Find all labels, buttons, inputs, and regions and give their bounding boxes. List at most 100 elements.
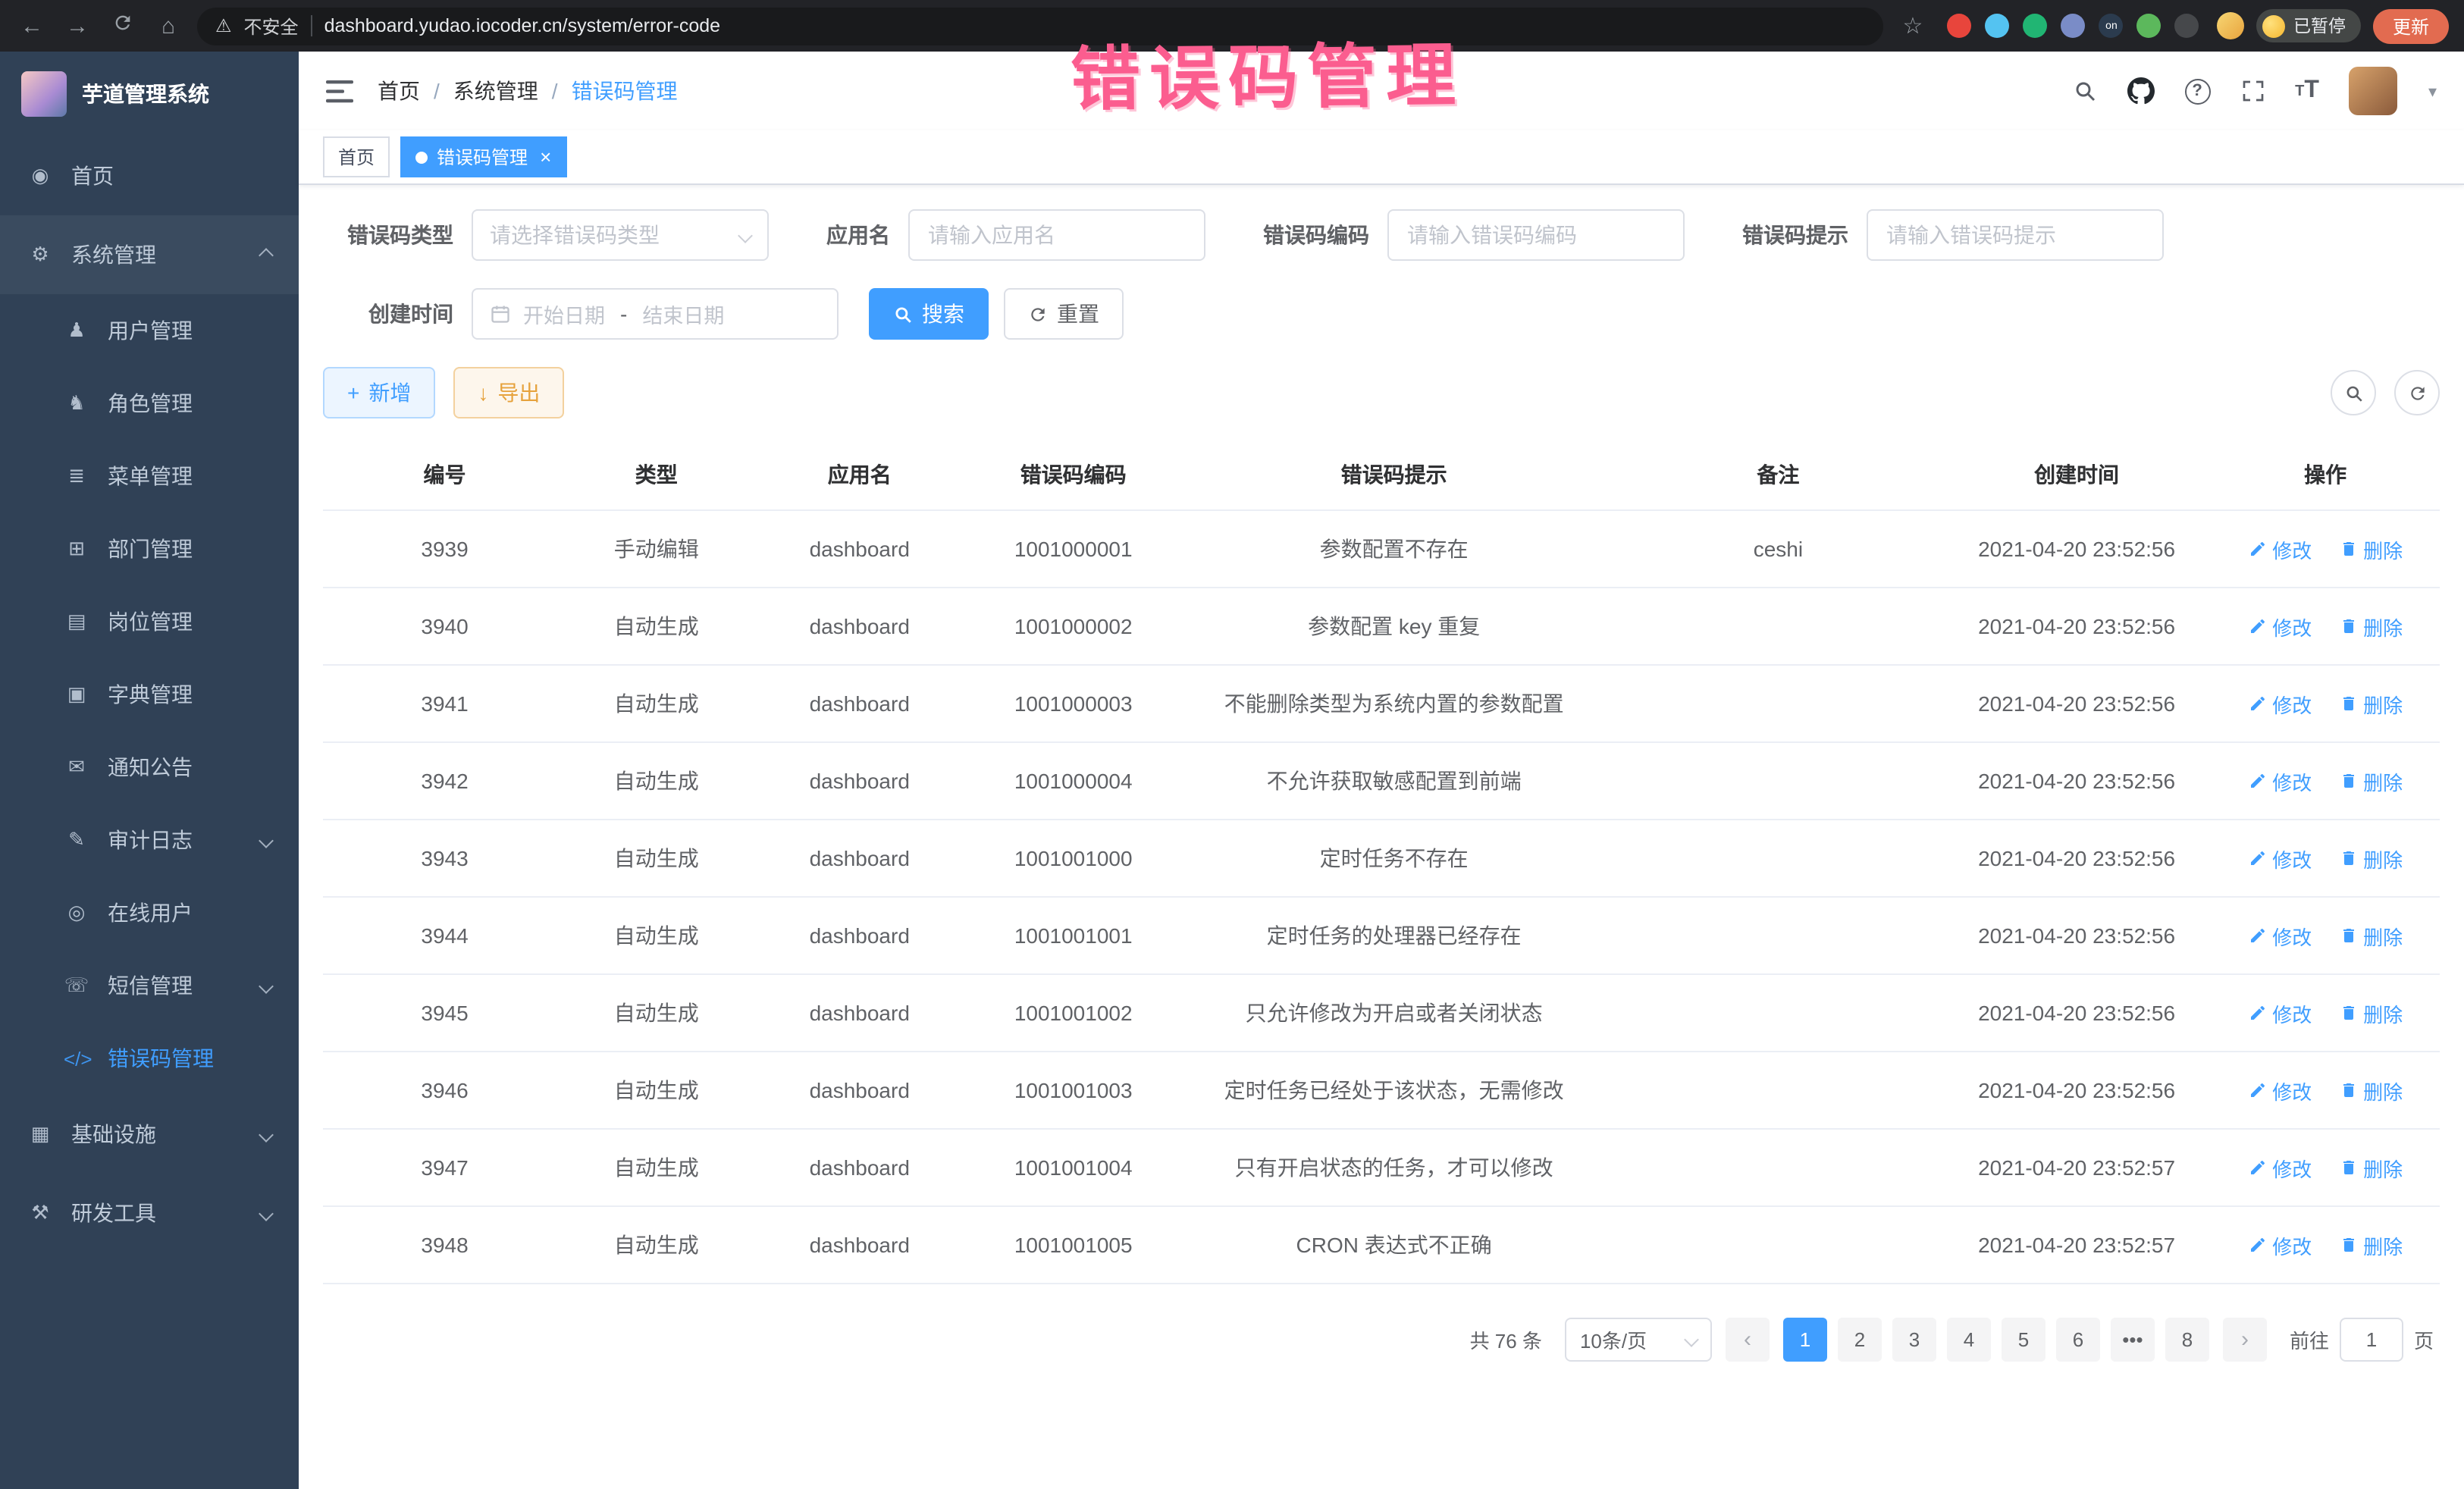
search-icon[interactable] <box>2072 79 2096 103</box>
page-number-button[interactable]: 6 <box>2056 1318 2100 1362</box>
extension-icon[interactable] <box>2061 14 2086 38</box>
export-button[interactable]: ↓ 导出 <box>453 367 564 418</box>
font-size-icon[interactable]: TT <box>2295 77 2319 105</box>
sidebar-subitem[interactable]: ♞ 角色管理 <box>0 367 299 440</box>
delete-link[interactable]: 删除 <box>2339 921 2403 950</box>
sidebar-subitem[interactable]: ✉ 通知公告 <box>0 731 299 804</box>
sidebar-item-infrastructure[interactable]: ▦ 基础设施 <box>0 1095 299 1174</box>
delete-link[interactable]: 删除 <box>2339 844 2403 873</box>
extension-icon[interactable] <box>2175 14 2199 38</box>
page-number-button[interactable]: 2 <box>1838 1318 1882 1362</box>
edit-link[interactable]: 修改 <box>2248 1230 2312 1259</box>
sidebar-subitem[interactable]: ▣ 字典管理 <box>0 658 299 731</box>
delete-link[interactable]: 删除 <box>2339 534 2403 563</box>
extension-icon[interactable]: on <box>2099 14 2124 38</box>
cell-time: 2021-04-20 23:52:56 <box>1942 820 2212 897</box>
delete-link[interactable]: 删除 <box>2339 998 2403 1027</box>
edit-link[interactable]: 修改 <box>2248 1076 2312 1105</box>
bookmark-star-icon[interactable]: ☆ <box>1896 12 1930 39</box>
navbar-actions: ? TT ▾ <box>2072 67 2437 115</box>
sidebar-subitem[interactable]: ⊞ 部门管理 <box>0 513 299 585</box>
breadcrumb-home[interactable]: 首页 <box>378 76 420 106</box>
screen: ← → ⌂ ⚠ 不安全 dashboard.yudao.iocoder.cn/s… <box>0 0 2464 1489</box>
sidebar-item-home[interactable]: ◉ 首页 <box>0 136 299 215</box>
sidebar-subitem[interactable]: ☏ 短信管理 <box>0 949 299 1022</box>
app-name-input[interactable] <box>908 209 1205 261</box>
edit-link[interactable]: 修改 <box>2248 1153 2312 1182</box>
user-avatar[interactable] <box>2350 67 2398 115</box>
goto-page-input[interactable] <box>2340 1318 2403 1362</box>
help-icon[interactable]: ? <box>2184 78 2210 104</box>
sidebar-subitem[interactable]: ▤ 岗位管理 <box>0 585 299 658</box>
reset-button[interactable]: 重置 <box>1004 288 1124 340</box>
error-type-select[interactable]: 请选择错误码类型 <box>472 209 769 261</box>
edit-link[interactable]: 修改 <box>2248 998 2312 1027</box>
extension-icon[interactable] <box>1948 14 1972 38</box>
pencil-icon <box>2248 926 2266 945</box>
sidebar-subitem[interactable]: ✎ 审计日志 <box>0 804 299 876</box>
edit-link[interactable]: 修改 <box>2248 534 2312 563</box>
page-number-button[interactable]: 4 <box>1947 1318 1991 1362</box>
search-button[interactable]: 搜索 <box>869 288 989 340</box>
sidebar-subitem[interactable]: ♟ 用户管理 <box>0 294 299 367</box>
page-number-button[interactable]: 3 <box>1892 1318 1936 1362</box>
delete-link[interactable]: 删除 <box>2339 612 2403 641</box>
sidebar-item-devtools[interactable]: ⚒ 研发工具 <box>0 1174 299 1252</box>
date-range-picker[interactable]: 开始日期 - 结束日期 <box>472 288 839 340</box>
refresh-button[interactable] <box>2394 370 2440 415</box>
close-icon[interactable]: × <box>540 147 551 167</box>
extension-icon[interactable] <box>2137 14 2161 38</box>
breadcrumb-system[interactable]: 系统管理 <box>453 76 538 106</box>
delete-link[interactable]: 删除 <box>2339 1076 2403 1105</box>
app-logo-row[interactable]: 芋道管理系统 <box>0 52 299 136</box>
table-body: 3939 手动编辑 dashboard 1001000001 参数配置不存在 c… <box>323 510 2440 1284</box>
cell-time: 2021-04-20 23:52:56 <box>1942 742 2212 820</box>
delete-link[interactable]: 删除 <box>2339 1153 2403 1182</box>
error-hint-input[interactable] <box>1867 209 2164 261</box>
tag-home[interactable]: 首页 <box>323 136 390 177</box>
chevron-down-icon[interactable]: ▾ <box>2428 81 2437 101</box>
edit-link[interactable]: 修改 <box>2248 612 2312 641</box>
edit-link[interactable]: 修改 <box>2248 689 2312 718</box>
github-icon[interactable] <box>2127 77 2154 105</box>
sidebar-item-system[interactable]: ⚙ 系统管理 <box>0 215 299 294</box>
sidebar-subitem[interactable]: ≣ 菜单管理 <box>0 440 299 513</box>
browser-update-button[interactable]: 更新 <box>2373 8 2449 43</box>
prev-page-button[interactable]: ‹ <box>1726 1318 1770 1362</box>
cell-memo <box>1614 1206 1942 1284</box>
page-size-select[interactable]: 10条/页 <box>1565 1318 1712 1362</box>
sidebar: 芋道管理系统 ◉ 首页 ⚙ 系统管理 ♟ 用户管理 <box>0 52 299 1489</box>
hamburger-icon[interactable] <box>326 80 353 102</box>
edit-link[interactable]: 修改 <box>2248 844 2312 873</box>
sidebar-subitem[interactable]: ◎ 在线用户 <box>0 876 299 949</box>
edit-link[interactable]: 修改 <box>2248 921 2312 950</box>
sidebar-subitem[interactable]: </> 错误码管理 <box>0 1022 299 1095</box>
reload-icon[interactable] <box>106 12 140 39</box>
edit-link[interactable]: 修改 <box>2248 766 2312 795</box>
delete-link[interactable]: 删除 <box>2339 689 2403 718</box>
page-number-button[interactable]: ••• <box>2111 1318 2155 1362</box>
delete-link[interactable]: 删除 <box>2339 766 2403 795</box>
download-icon: ↓ <box>478 381 488 405</box>
cell-code: 1001001001 <box>973 897 1174 974</box>
page-number-button[interactable]: 1 <box>1783 1318 1827 1362</box>
page-number-button[interactable]: 5 <box>2002 1318 2045 1362</box>
forward-icon[interactable]: → <box>61 13 94 39</box>
delete-link[interactable]: 删除 <box>2339 1230 2403 1259</box>
menu-item-icon: </> <box>64 1047 89 1070</box>
show-search-button[interactable] <box>2331 370 2376 415</box>
browser-home-icon[interactable]: ⌂ <box>152 13 185 39</box>
fullscreen-icon[interactable] <box>2240 79 2265 103</box>
add-button[interactable]: + 新增 <box>323 367 435 418</box>
extension-icon[interactable] <box>1986 14 2010 38</box>
page-number-button[interactable]: 8 <box>2165 1318 2209 1362</box>
back-icon[interactable]: ← <box>15 13 49 39</box>
browser-profile-avatar[interactable] <box>2218 12 2245 39</box>
error-code-input[interactable] <box>1387 209 1685 261</box>
address-bar[interactable]: ⚠ 不安全 dashboard.yudao.iocoder.cn/system/… <box>197 7 1884 45</box>
paused-badge[interactable]: 已暂停 <box>2257 9 2361 42</box>
cell-ops: 修改 删除 <box>2211 510 2440 588</box>
next-page-button[interactable]: › <box>2223 1318 2267 1362</box>
tag-error-code[interactable]: 错误码管理 × <box>400 136 566 177</box>
extension-icon[interactable] <box>2024 14 2048 38</box>
